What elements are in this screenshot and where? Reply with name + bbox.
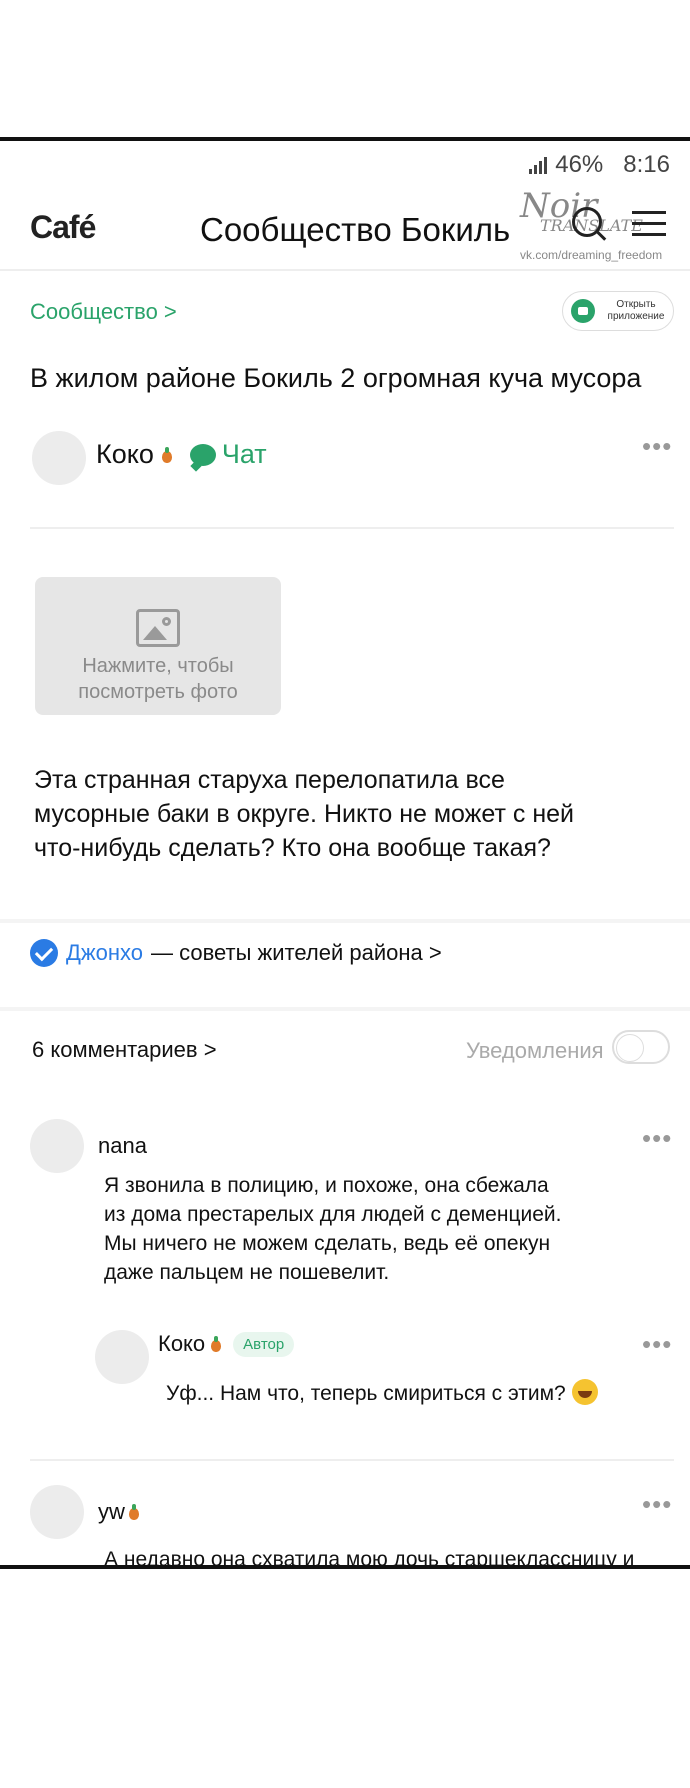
comment-more-button[interactable]: ••• xyxy=(642,1123,672,1154)
verified-suffix: — советы жителей района > xyxy=(151,940,442,965)
comment-line: из дома престарелых для людей с деменцие… xyxy=(104,1203,562,1226)
commenter-name[interactable]: yw xyxy=(98,1499,125,1525)
reply-more-button[interactable]: ••• xyxy=(642,1329,672,1360)
post-title: В жилом районе Бокиль 2 огромная куча му… xyxy=(30,363,642,393)
chat-bubble-icon xyxy=(189,443,216,466)
breadcrumb[interactable]: Сообщество > xyxy=(30,299,177,325)
author-badge: Автор xyxy=(233,1331,295,1357)
divider xyxy=(0,269,690,271)
chat-label: Чат xyxy=(221,439,267,469)
menu-icon[interactable] xyxy=(632,211,666,244)
reply-avatar[interactable] xyxy=(95,1330,149,1384)
post-more-button[interactable]: ••• xyxy=(642,431,672,462)
reply-text: Уф... Нам что, теперь смириться с этим? xyxy=(166,1379,598,1408)
reply-text-content: Уф... Нам что, теперь смириться с этим? xyxy=(166,1382,566,1405)
watermark-url: vk.com/dreaming_freedom xyxy=(520,248,663,262)
carrot-icon xyxy=(127,1504,141,1520)
section-divider xyxy=(0,1007,690,1011)
chat-link[interactable]: Чат xyxy=(189,439,267,470)
post-author: Коко Чат xyxy=(96,439,267,470)
commenter-name[interactable]: nana xyxy=(98,1133,147,1159)
photo-placeholder[interactable]: Нажмите, чтобы посмотреть фото xyxy=(35,577,281,715)
section-divider xyxy=(0,919,690,923)
image-icon xyxy=(136,609,180,647)
comment-line: Я звонила в полицию, и похоже, она сбежа… xyxy=(104,1174,549,1197)
reply-author-name[interactable]: Коко xyxy=(158,1331,205,1357)
post-body: Эта странная старуха перелопатила все му… xyxy=(34,763,634,865)
author-avatar[interactable] xyxy=(32,431,86,485)
open-app-label: Открыть приложение xyxy=(607,299,665,322)
verified-name: Джонхо xyxy=(66,940,143,965)
app-screen: 46% 8:16 Café Сообщество Бокиль Noir TRA… xyxy=(0,137,690,1569)
commenter-header: yw xyxy=(98,1499,141,1525)
verified-check-icon xyxy=(30,939,58,967)
photo-caption: Нажмите, чтобы посмотреть фото xyxy=(78,655,238,703)
battery-level: 46% xyxy=(555,151,604,178)
page-title: Сообщество Бокиль xyxy=(200,211,511,248)
laughing-emoji-icon xyxy=(571,1379,598,1405)
comments-count-link[interactable]: 6 комментариев > xyxy=(32,1037,217,1063)
author-name[interactable]: Коко xyxy=(96,439,154,470)
comment-line: даже пальцем не пошевелит. xyxy=(104,1261,390,1284)
search-icon[interactable] xyxy=(572,207,602,237)
carrot-icon xyxy=(209,1336,223,1352)
post-body-line: что-нибудь сделать? Кто она вообще такая… xyxy=(34,834,551,862)
divider xyxy=(30,1459,674,1461)
commenter-avatar[interactable] xyxy=(30,1119,84,1173)
commenter-avatar[interactable] xyxy=(30,1485,84,1539)
status-bar: 46% 8:16 xyxy=(529,151,670,179)
notifications-label: Уведомления xyxy=(466,1038,604,1063)
comment-text: Я звонила в полицию, и похоже, она сбежа… xyxy=(104,1171,561,1287)
comment-more-button[interactable]: ••• xyxy=(642,1489,672,1520)
clock: 8:16 xyxy=(623,151,670,178)
reply-header: Коко Автор xyxy=(158,1331,295,1357)
signal-icon xyxy=(529,156,548,174)
post-body-line: Эта странная старуха перелопатила все xyxy=(34,766,505,794)
cafe-app-icon xyxy=(571,299,595,323)
notifications-toggle[interactable] xyxy=(612,1030,670,1064)
post-body-line: мусорные баки в округе. Никто не может с… xyxy=(34,800,574,828)
comment-line: Мы ничего не можем сделать, ведь её опек… xyxy=(104,1232,551,1255)
divider xyxy=(30,527,674,529)
cafe-logo[interactable]: Café xyxy=(30,209,96,246)
comment-text: А недавно она схватила мою дочь старшекл… xyxy=(104,1548,635,1569)
carrot-icon xyxy=(160,446,174,463)
verified-link[interactable]: Джонхо — советы жителей района > xyxy=(30,939,442,967)
open-app-button[interactable]: Открыть приложение xyxy=(562,291,674,331)
